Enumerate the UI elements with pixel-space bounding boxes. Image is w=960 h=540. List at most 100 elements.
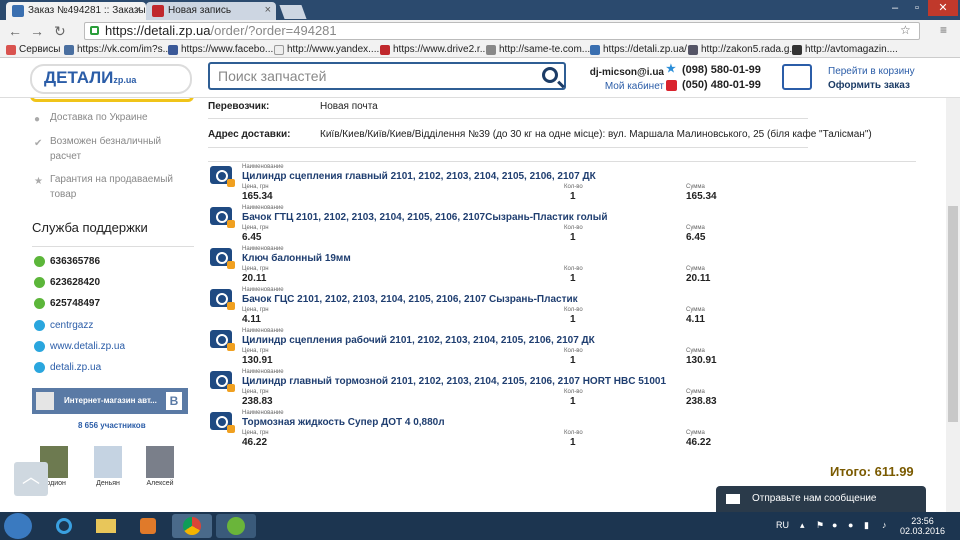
menu-icon[interactable]: ≡ [940, 23, 947, 37]
item-price: 46.22 [242, 437, 268, 448]
drive2-icon [380, 45, 390, 55]
phones: ★ (098) 580-01-99 (050) 480-01-99 [664, 63, 774, 93]
minimize-icon[interactable]: – [884, 0, 906, 16]
website-link[interactable]: detali.zp.ua [34, 362, 101, 374]
member-avatar[interactable]: Деньян [88, 446, 128, 487]
search-input[interactable]: Поиск запчастей [208, 62, 566, 90]
logo-suffix: zp.ua [113, 75, 137, 85]
cart-links: Перейти в корзину Оформить заказ [828, 65, 915, 93]
feature-text: Гарантия на продаваемый товар [50, 174, 173, 200]
tab-new-post[interactable]: Новая запись × [146, 2, 276, 20]
address-bar-row: ← → ↻ https://detali.zp.ua/order/?order=… [0, 20, 960, 42]
url-host: https://detali.zp.ua [105, 23, 211, 38]
language-indicator[interactable]: RU [776, 520, 789, 530]
mail-icon [726, 494, 740, 504]
scroll-up-button[interactable]: ︿ [14, 462, 48, 496]
person-icon: ● [34, 114, 41, 125]
name-header: Наименование [242, 246, 284, 252]
site-logo[interactable]: ДЕТАЛИzp.ua [30, 64, 192, 94]
scrollbar-thumb[interactable] [948, 206, 958, 422]
media-player-icon[interactable] [128, 514, 168, 538]
icq-contact[interactable]: 636365786 [34, 256, 100, 268]
name-header: Наименование [242, 287, 284, 293]
volume-icon[interactable]: ♪ [882, 520, 887, 530]
camera-icon[interactable] [210, 166, 235, 187]
item-sum: 4.11 [686, 314, 705, 325]
tab-order[interactable]: Заказ №494281 :: Заказы × [6, 2, 146, 20]
chat-widget[interactable]: Отправьте нам сообщение [716, 486, 926, 514]
close-icon[interactable]: × [135, 4, 141, 16]
camera-icon[interactable] [210, 330, 235, 351]
camera-icon[interactable] [210, 371, 235, 392]
scrollbar[interactable] [946, 98, 960, 512]
camera-icon[interactable] [210, 289, 235, 310]
star-icon: ★ [34, 176, 43, 187]
network-icon[interactable]: ▮ [864, 520, 869, 531]
bookmark-label: https://www.drive2.r... [393, 44, 489, 55]
vk-icon: B [166, 392, 182, 410]
url-input[interactable]: https://detali.zp.ua/order/?order=494281 [84, 22, 920, 40]
skype-contact[interactable]: centrgazz [34, 320, 93, 332]
account-menu[interactable]: dj-micson@i.ua Мой кабинет [574, 66, 664, 94]
item-name[interactable]: Цилиндр сцепления рабочий 2101, 2102, 21… [242, 335, 595, 346]
kyivstar-icon: ★ [666, 63, 676, 75]
item-name[interactable]: Цилиндр сцепления главный 2101, 2102, 21… [242, 171, 596, 182]
item-name[interactable]: Бачок ГЦС 2101, 2102, 2103, 2104, 2105, … [242, 294, 578, 305]
utorrent-icon[interactable] [216, 514, 256, 538]
tray-arrow-icon[interactable]: ▴ [800, 520, 805, 531]
qty-header: Кол-во [564, 266, 583, 272]
back-icon[interactable]: ← [8, 23, 22, 39]
feature-text: Возможен безналичный расчет [50, 136, 162, 162]
forward-icon[interactable]: → [30, 23, 44, 39]
price-header: Цена, грн [242, 184, 269, 190]
camera-icon[interactable] [210, 412, 235, 433]
sum-header: Сумма [686, 184, 705, 190]
item-name[interactable]: Бачок ГТЦ 2101, 2102, 2103, 2104, 2105, … [242, 212, 607, 223]
price-header: Цена, грн [242, 430, 269, 436]
bookmarks-bar: Сервисы https://vk.com/im?s... https://w… [0, 42, 960, 58]
page-icon [274, 45, 284, 55]
icq-icon [34, 298, 45, 309]
ie-icon[interactable] [44, 514, 84, 538]
search-icon[interactable] [542, 67, 558, 83]
cart-icon[interactable] [782, 64, 812, 90]
reload-icon[interactable]: ↻ [54, 23, 66, 40]
qty-header: Кол-во [564, 430, 583, 436]
item-price: 238.83 [242, 396, 273, 407]
order-item: Наименование Бачок ГТЦ 2101, 2102, 2103, … [210, 203, 730, 244]
start-button[interactable] [4, 513, 32, 539]
chrome-icon[interactable] [172, 514, 212, 538]
logo-text: ДЕТАЛИ [44, 68, 114, 87]
icq-contact[interactable]: 623628420 [34, 277, 100, 289]
account-link[interactable]: Мой кабинет [605, 81, 664, 92]
address-label: Адрес доставки: [208, 129, 291, 140]
item-name[interactable]: Ключ балонный 19мм [242, 253, 351, 264]
item-qty: 1 [570, 232, 576, 243]
member-avatar[interactable]: Алексей [140, 446, 180, 487]
item-name[interactable]: Тормозная жидкость Супер ДОТ 4 0,880л [242, 417, 445, 428]
vk-widget[interactable]: Интернет-магазин авт... B [32, 388, 188, 414]
price-header: Цена, грн [242, 389, 269, 395]
new-tab-button[interactable] [279, 5, 307, 19]
close-icon[interactable]: × [265, 4, 271, 16]
apps-icon [6, 45, 16, 55]
checkout-link[interactable]: Оформить заказ [828, 80, 910, 91]
bookmark-label: http://same-te.com.... [499, 44, 593, 55]
go-to-cart-link[interactable]: Перейти в корзину [828, 65, 915, 79]
maximize-icon[interactable]: ▫ [906, 0, 928, 16]
tray-app-icon[interactable]: ● [848, 520, 853, 530]
order-item: Наименование Цилиндр сцепления рабочий 21… [210, 326, 730, 367]
star-icon[interactable]: ☆ [900, 23, 911, 37]
camera-icon[interactable] [210, 207, 235, 228]
website-link[interactable]: www.detali.zp.ua [34, 341, 125, 353]
close-window-icon[interactable]: ✕ [928, 0, 958, 16]
site-header: ДЕТАЛИzp.ua Поиск запчастей dj-micson@i.… [0, 58, 960, 98]
flag-icon[interactable]: ⚑ [816, 520, 824, 531]
clock[interactable]: 23:56 02.03.2016 [900, 516, 945, 536]
member-name: Деньян [96, 480, 120, 487]
item-name[interactable]: Цилиндр главный тормозной 2101, 2102, 21… [242, 376, 666, 387]
icq-contact[interactable]: 625748497 [34, 298, 100, 310]
camera-icon[interactable] [210, 248, 235, 269]
tray-app-icon[interactable]: ● [832, 520, 837, 530]
explorer-icon[interactable] [86, 514, 126, 538]
